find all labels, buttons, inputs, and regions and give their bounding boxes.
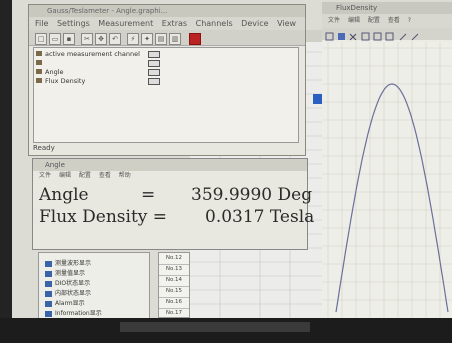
window-icon: [45, 300, 52, 307]
menu-extras[interactable]: Extras: [162, 19, 187, 28]
plot-tool-pen-icon[interactable]: [399, 33, 407, 41]
window-icon: [45, 290, 52, 297]
list-item[interactable]: 测量波形显示: [45, 259, 91, 269]
plug-icon: [148, 60, 160, 67]
open-icon[interactable]: ▭: [49, 33, 61, 45]
status-text: Ready: [33, 144, 55, 152]
plot-window: FluxDensity 文件 编辑 配置 查看 ?: [322, 2, 452, 318]
menu-device[interactable]: Device: [241, 19, 268, 28]
menu-channels[interactable]: Channels: [196, 19, 233, 28]
list-item[interactable]: DIO状态显示: [45, 279, 90, 289]
channel-icon: [36, 51, 42, 56]
flux-density-plot: [322, 42, 452, 318]
wand-icon[interactable]: ✦: [141, 33, 153, 45]
main-window: Gauss/Teslameter - Angle.graphi... File …: [28, 4, 306, 156]
display-list-panel: 测量波形显示 测量值显示 DIO状态显示 内部状态显示 Alarm显示 Info…: [38, 252, 150, 320]
print-icon[interactable]: ▥: [169, 33, 181, 45]
window-icon: [45, 260, 52, 267]
plug-icon: [148, 69, 160, 76]
angle-window-title: Angle: [33, 159, 307, 171]
plot-tool-grid-icon[interactable]: [373, 32, 382, 41]
new-icon[interactable]: □: [35, 33, 47, 45]
save-icon[interactable]: ▪: [63, 33, 75, 45]
plot-tool-select-icon[interactable]: [338, 33, 345, 40]
channel-row-angle[interactable]: Angle: [36, 68, 64, 76]
menu-measurement[interactable]: Measurement: [98, 19, 153, 28]
channel-icon: [36, 78, 42, 83]
main-window-title: Gauss/Teslameter - Angle.graphi...: [29, 5, 305, 17]
plug-icon: [148, 51, 160, 58]
plot-menu-help[interactable]: ?: [408, 17, 411, 24]
undo-icon[interactable]: ↶: [109, 33, 121, 45]
window-icon: [45, 310, 52, 317]
plot-window-title: FluxDensity: [322, 2, 452, 14]
channel-row-active[interactable]: active measurement channel: [36, 50, 140, 58]
plot-area: [322, 42, 452, 318]
plot-menu-config[interactable]: 配置: [368, 17, 380, 24]
channel-row-blank[interactable]: [36, 59, 45, 67]
plot-tool-fit-icon[interactable]: [361, 32, 370, 41]
plot-toolbar: [322, 28, 452, 41]
menu-view[interactable]: View: [277, 19, 296, 28]
screen: FluxDensity 文件 编辑 配置 查看 ? Gauss/Teslamet…: [0, 0, 452, 343]
connect-icon[interactable]: ⚡: [127, 33, 139, 45]
channel-list: active measurement channel Angle Flux De…: [33, 47, 299, 143]
list-item[interactable]: Alarm显示: [45, 299, 85, 309]
list-item[interactable]: 测量值显示: [45, 269, 85, 279]
channel-row-flux-density[interactable]: Flux Density: [36, 77, 85, 85]
row-table: No.12 No.13 No.14 No.15 No.16 No.17: [158, 252, 190, 320]
plot-menu-edit[interactable]: 编辑: [348, 17, 360, 24]
angle-menu-edit[interactable]: 编辑: [59, 172, 71, 179]
flux-density-curve: [335, 83, 449, 313]
angle-menu-help[interactable]: 帮助: [119, 172, 131, 179]
plot-tool-save-icon[interactable]: [325, 32, 334, 41]
cut-icon[interactable]: ✂: [81, 33, 93, 45]
window-icon: [45, 270, 52, 277]
list-item[interactable]: 内部状态显示: [45, 289, 91, 299]
window-icon: [45, 280, 52, 287]
plot-tool-zoom-icon[interactable]: [349, 33, 357, 41]
plot-tool-export-icon[interactable]: [385, 32, 394, 41]
angle-value: 359.9990 Deg: [191, 185, 313, 205]
move-icon[interactable]: ✥: [95, 33, 107, 45]
menu-file[interactable]: File: [35, 19, 48, 28]
angle-menu-config[interactable]: 配置: [79, 172, 91, 179]
main-toolbar: □ ▭ ▪ ✂ ✥ ↶ ⚡ ✦ ▤ ▥: [29, 30, 305, 46]
flux-density-value: 0.0317 Tesla: [205, 207, 315, 227]
angle-menu-bar: 文件 编辑 配置 查看 帮助: [33, 171, 307, 181]
plot-menu-file[interactable]: 文件: [328, 17, 340, 24]
plug-icon: [148, 78, 160, 85]
left-bezel: [0, 0, 12, 343]
plot-menu-bar: 文件 编辑 配置 查看 ?: [322, 14, 452, 28]
menu-settings[interactable]: Settings: [57, 19, 90, 28]
plot-tool-edit-icon[interactable]: [411, 33, 419, 41]
blue-marker: [313, 94, 322, 104]
angle-menu-file[interactable]: 文件: [39, 172, 51, 179]
angle-menu-view[interactable]: 查看: [99, 172, 111, 179]
background-toolbar: [306, 30, 322, 42]
angle-equals: =: [141, 185, 156, 205]
channel-icon: [36, 60, 42, 65]
stop-icon[interactable]: [189, 33, 201, 45]
channel-icon: [36, 69, 42, 74]
main-menu-bar: File Settings Measurement Extras Channel…: [29, 17, 305, 41]
angle-label: Angle: [39, 185, 89, 205]
angle-window: Angle 文件 编辑 配置 查看 帮助 Angle = 359.9990 De…: [32, 158, 314, 250]
flux-density-label: Flux Density =: [39, 207, 168, 227]
bottom-bezel: [0, 318, 452, 343]
plot-menu-view[interactable]: 查看: [388, 17, 400, 24]
taskbar-strip: [120, 322, 310, 332]
chart-icon[interactable]: ▤: [155, 33, 167, 45]
